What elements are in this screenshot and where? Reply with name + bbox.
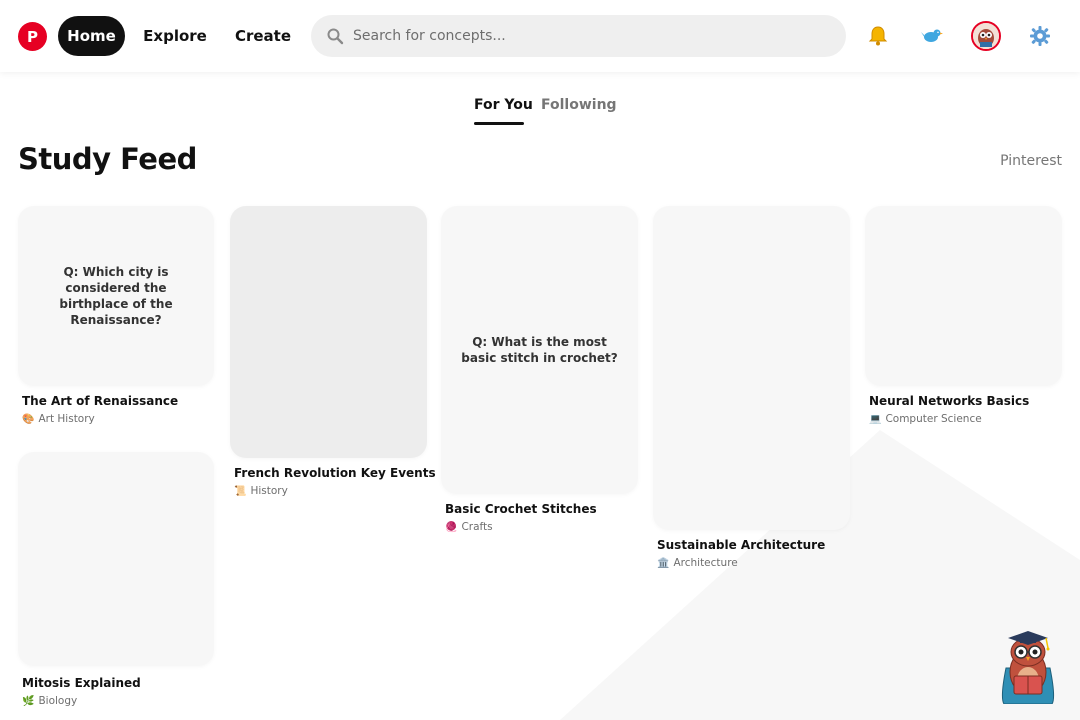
card-image[interactable] (230, 206, 427, 458)
card-category: 🏛️ Architecture (657, 557, 738, 569)
bird-icon[interactable] (918, 22, 946, 50)
brand-link[interactable]: Pinterest (1000, 153, 1062, 169)
card-image[interactable] (18, 452, 214, 666)
nav-explore-button[interactable]: Explore (140, 16, 210, 56)
card-category: 💻 Computer Science (869, 413, 982, 425)
card-title[interactable]: Sustainable Architecture (657, 538, 825, 552)
card-title[interactable]: French Revolution Key Events (234, 466, 436, 480)
search-bar[interactable] (311, 15, 846, 57)
yarn-icon: 🧶 (445, 521, 458, 533)
card-title[interactable]: Basic Crochet Stitches (445, 502, 597, 516)
owl-mascot-icon[interactable] (996, 628, 1060, 704)
card-category-label: Computer Science (885, 413, 982, 425)
card-title[interactable]: Mitosis Explained (22, 676, 141, 690)
top-navigation-bar: P Home Explore Create (0, 0, 1080, 72)
page-title: Study Feed (18, 142, 197, 176)
card-question: Q: Which city is considered the birthpla… (59, 265, 173, 327)
tab-following[interactable]: Following (541, 97, 617, 113)
user-avatar[interactable] (971, 21, 1001, 51)
nav-create-button[interactable]: Create (228, 16, 298, 56)
card-category-label: Biology (38, 695, 78, 707)
search-input[interactable] (353, 28, 833, 44)
search-icon (325, 26, 345, 46)
card-category-label: Architecture (673, 557, 738, 569)
app-logo[interactable]: P (18, 22, 47, 51)
card-category-label: Crafts (461, 521, 493, 533)
card-category: 🎨 Art History (22, 413, 95, 425)
notification-bell-icon[interactable] (864, 22, 892, 50)
herb-icon: 🌿 (22, 695, 35, 707)
scroll-icon: 📜 (234, 485, 247, 497)
tab-for-you[interactable]: For You (474, 97, 533, 113)
active-tab-indicator (474, 122, 524, 125)
page: P Home Explore Create Search for concept… (0, 0, 1080, 720)
card-title[interactable]: Neural Networks Basics (869, 394, 1029, 408)
card-category-label: Art History (38, 413, 95, 425)
nav-home-button[interactable]: Home (58, 16, 125, 56)
laptop-icon: 💻 (869, 413, 882, 425)
card-flashcard-image[interactable]: Q: Which city is considered the birthpla… (18, 206, 214, 386)
card-flashcard-image[interactable]: Q: What is the most basic stitch in croc… (441, 206, 638, 494)
card-question: Q: What is the most basic stitch in croc… (461, 335, 618, 365)
card-category: 🧶 Crafts (445, 521, 493, 533)
settings-gear-icon[interactable] (1026, 22, 1054, 50)
card-title[interactable]: The Art of Renaissance (22, 394, 178, 408)
card-category-label: History (250, 485, 288, 497)
palette-icon: 🎨 (22, 413, 35, 425)
classical-building-icon: 🏛️ (657, 557, 670, 569)
card-image[interactable] (653, 206, 850, 530)
card-category: 📜 History (234, 485, 288, 497)
card-category: 🌿 Biology (22, 695, 77, 707)
card-image[interactable] (865, 206, 1062, 386)
